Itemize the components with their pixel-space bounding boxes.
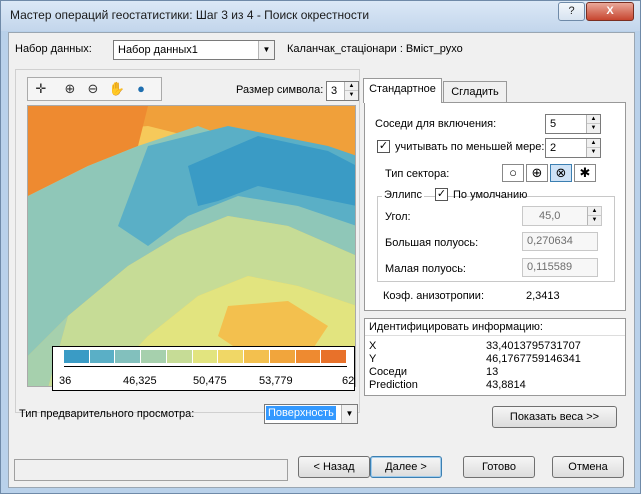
anisotropy-value: 2,3413 <box>526 290 560 302</box>
legend-label-2: 46,325 <box>123 375 157 387</box>
layer-name-text: Каланчак_стаціонари : Вміст_рухо <box>287 43 463 55</box>
legend-swatch <box>192 350 219 363</box>
globe-icon[interactable]: ● <box>131 80 151 98</box>
anisotropy-label: Коэф. анизотропии: <box>383 290 485 302</box>
dialog-body: Набор данных: Набор данных1 ▼ Каланчак_с… <box>8 32 635 488</box>
major-axis-label: Большая полуось: <box>385 237 479 249</box>
preview-type-value: Поверхность <box>266 406 336 420</box>
sector-four-shifted-icon[interactable]: ⊗ <box>550 164 572 182</box>
legend-color-ramp <box>64 350 348 363</box>
dataset-select[interactable]: Набор данных1 ▼ <box>113 40 275 60</box>
standard-tab-panel: Соседи для включения: 5 ▲ ▼ ✓ учитывать п… <box>364 102 626 311</box>
sector-four-icon[interactable]: ⊕ <box>526 164 548 182</box>
legend-swatch <box>295 350 322 363</box>
identify-value-neighbors: 13 <box>486 366 499 378</box>
symbol-size-label: Размер символа: <box>236 84 324 96</box>
legend-label-max: 62 <box>342 375 355 387</box>
status-bar <box>14 459 288 481</box>
angle-label: Угол: <box>385 211 411 223</box>
preview-type-label: Тип предварительного просмотра: <box>19 408 195 420</box>
angle-value: 45,0 <box>539 210 561 222</box>
neighbors-spinner[interactable]: 5 ▲ ▼ <box>545 114 601 134</box>
sector-one-icon[interactable]: ○ <box>502 164 524 182</box>
legend-swatch <box>89 350 116 363</box>
neighbors-label: Соседи для включения: <box>375 118 497 130</box>
surface-map[interactable] <box>27 105 356 387</box>
title-bar: Мастер операций геостатистики: Шаг 3 из … <box>1 1 640 31</box>
chevron-down-icon[interactable]: ▼ <box>258 41 274 59</box>
legend-swatch <box>244 350 270 363</box>
identify-value-prediction: 43,8814 <box>486 379 526 391</box>
default-checkbox[interactable]: ✓ <box>435 188 448 201</box>
tab-standard[interactable]: Стандартное <box>363 78 442 103</box>
major-axis-field: 0,270634 <box>522 232 598 251</box>
back-button[interactable]: < Назад <box>298 456 370 478</box>
legend-swatch <box>269 350 296 363</box>
dataset-label: Набор данных: <box>15 43 92 55</box>
close-button[interactable]: X <box>586 2 634 21</box>
chevron-down-icon[interactable]: ▼ <box>341 405 357 423</box>
legend-swatch <box>115 350 142 363</box>
surface-map-svg <box>28 106 355 386</box>
pan-hand-icon[interactable]: ✋ <box>107 80 127 98</box>
next-button[interactable]: Далее > <box>370 456 442 478</box>
legend-label-3: 50,475 <box>193 375 227 387</box>
wizard-window: Мастер операций геостатистики: Шаг 3 из … <box>0 0 641 494</box>
spinner-arrows[interactable]: ▲ ▼ <box>586 115 600 133</box>
at-least-value: 2 <box>550 142 557 154</box>
identify-key-prediction: Prediction <box>369 379 418 391</box>
map-toolbar: ✛ ⊕ ⊖ ✋ ● <box>27 77 162 101</box>
identify-info-panel: Идентифицировать информацию: X 33,401379… <box>364 318 626 396</box>
symbol-size-spinner[interactable]: 3 ▲ ▼ <box>326 81 359 101</box>
minor-axis-field: 0,115589 <box>522 258 598 277</box>
at-least-checkbox[interactable]: ✓ <box>377 140 390 153</box>
legend-swatch <box>166 350 193 363</box>
legend-label-4: 53,779 <box>259 375 293 387</box>
at-least-label: учитывать по меньшей мере: <box>395 141 545 153</box>
symbol-size-value: 3 <box>331 85 338 97</box>
sector-type-label: Тип сектора: <box>385 168 450 180</box>
zoom-out-icon[interactable]: ⊖ <box>83 80 103 98</box>
ellipse-label: Эллипс <box>382 189 424 201</box>
identify-value-y: 46,1767759146341 <box>486 353 581 365</box>
sector-eight-icon[interactable]: ✱ <box>574 164 596 182</box>
spinner-arrows[interactable]: ▲ ▼ <box>586 139 600 157</box>
help-button[interactable]: ? <box>558 2 585 21</box>
spinner-arrows: ▲ ▼ <box>587 207 601 225</box>
preview-type-select[interactable]: Поверхность ▼ <box>264 404 358 424</box>
identify-key-neighbors: Соседи <box>369 366 408 378</box>
tab-smooth[interactable]: Сгладить <box>443 81 507 102</box>
default-label: По умолчанию <box>453 189 528 201</box>
crosshair-icon[interactable]: ✛ <box>31 80 51 98</box>
finish-button[interactable]: Готово <box>463 456 535 478</box>
legend-label-min: 36 <box>59 375 72 387</box>
legend-swatch <box>64 350 90 363</box>
legend-swatch <box>321 350 348 363</box>
identify-header: Идентифицировать информацию: <box>365 319 625 336</box>
identify-value-x: 33,4013795731707 <box>486 340 581 352</box>
spinner-arrows[interactable]: ▲ ▼ <box>344 82 358 100</box>
neighbors-value: 5 <box>550 118 557 130</box>
color-legend: 36 46,325 50,475 53,779 62 <box>52 346 355 391</box>
legend-swatch <box>141 350 167 363</box>
legend-axis <box>64 366 347 367</box>
zoom-in-icon[interactable]: ⊕ <box>60 80 80 98</box>
window-title: Мастер операций геостатистики: Шаг 3 из … <box>10 8 370 22</box>
legend-swatch <box>218 350 245 363</box>
cancel-button[interactable]: Отмена <box>552 456 624 478</box>
show-weights-button[interactable]: Показать веса >> <box>492 406 617 428</box>
identify-key-x: X <box>369 340 377 352</box>
dataset-select-value: Набор данных1 <box>118 44 198 56</box>
at-least-spinner[interactable]: 2 ▲ ▼ <box>545 138 601 158</box>
identify-key-y: Y <box>369 353 377 365</box>
angle-spinner: 45,0 ▲ ▼ <box>522 206 602 226</box>
minor-axis-label: Малая полуось: <box>385 263 466 275</box>
